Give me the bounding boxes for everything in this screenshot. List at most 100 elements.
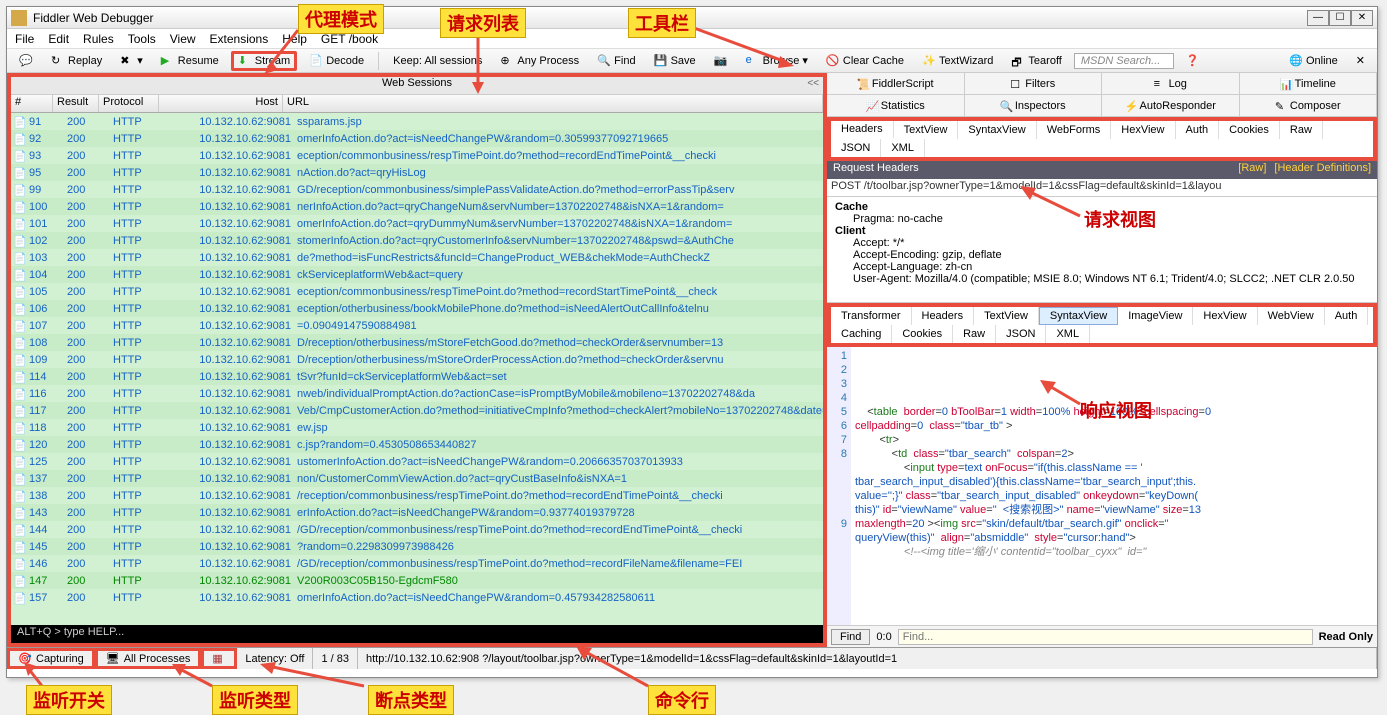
session-row[interactable]: 📄91200HTTP10.132.10.62:9081 ssparams.jsp [11,113,823,130]
decode-button[interactable]: 📄Decode [303,52,370,70]
session-row[interactable]: 📄106200HTTP10.132.10.62:9081 eception/ot… [11,300,823,317]
subtab-hexview[interactable]: HexView [1111,121,1175,139]
resptab-auth[interactable]: Auth [1325,307,1369,325]
session-list[interactable]: 📄91200HTTP10.132.10.62:9081 ssparams.jsp… [11,113,823,625]
resptab-cookies[interactable]: Cookies [892,325,953,343]
clear-icon: 🚫 [826,54,840,68]
response-body[interactable]: 123456789 <table border=0 bToolBar=1 wid… [827,347,1377,625]
session-row[interactable]: 📄101200HTTP10.132.10.62:9081 omerInfoAct… [11,215,823,232]
resptab-textview[interactable]: TextView [974,307,1039,325]
minimize-button[interactable]: — [1307,10,1329,26]
session-row[interactable]: 📄138200HTTP10.132.10.62:9081 /reception/… [11,487,823,504]
clearcache-button[interactable]: 🚫Clear Cache [820,52,910,70]
session-row[interactable]: 📄157200HTTP10.132.10.62:9081 omerInfoAct… [11,589,823,606]
tab-autoresponder[interactable]: ⚡AutoResponder [1102,95,1240,116]
menu-file[interactable]: File [15,32,34,46]
subtab-headers[interactable]: Headers [831,121,894,139]
session-row[interactable]: 📄108200HTTP10.132.10.62:9081 D/reception… [11,334,823,351]
tab-statistics[interactable]: 📈Statistics [827,95,965,116]
session-row[interactable]: 📄107200HTTP10.132.10.62:9081 =0.09049147… [11,317,823,334]
subtab-raw[interactable]: Raw [1280,121,1323,139]
session-row[interactable]: 📄147200HTTP10.132.10.62:9081 V200R003C05… [11,572,823,589]
menu-edit[interactable]: Edit [48,32,69,46]
find-button[interactable]: 🔍Find [591,52,641,70]
session-row[interactable]: 📄137200HTTP10.132.10.62:9081 non/Custome… [11,470,823,487]
session-row[interactable]: 📄144200HTTP10.132.10.62:9081 /GD/recepti… [11,521,823,538]
resptab-transformer[interactable]: Transformer [831,307,912,325]
resptab-hexview[interactable]: HexView [1193,307,1257,325]
session-row[interactable]: 📄146200HTTP10.132.10.62:9081 /GD/recepti… [11,555,823,572]
help-icon-button[interactable]: ❓ [1180,52,1206,70]
session-row[interactable]: 📄102200HTTP10.132.10.62:9081 stomerInfoA… [11,232,823,249]
session-row[interactable]: 📄95200HTTP10.132.10.62:9081 nAction.do?a… [11,164,823,181]
menu-tools[interactable]: Tools [128,32,156,46]
menu-rules[interactable]: Rules [83,32,114,46]
subtab-xml[interactable]: XML [881,139,925,157]
find-button[interactable]: Find [831,629,870,645]
annot-reqlist: 请求列表 [440,8,526,38]
session-row[interactable]: 📄116200HTTP10.132.10.62:9081 nweb/indivi… [11,385,823,402]
resptab-syntaxview[interactable]: SyntaxView [1039,307,1118,325]
session-icon: 📄 [13,456,27,468]
log-icon: ≡ [1154,78,1166,90]
tab-filters[interactable]: ☐Filters [965,73,1103,94]
session-row[interactable]: 📄99200HTTP10.132.10.62:9081 GD/reception… [11,181,823,198]
tab-inspectors[interactable]: 🔍Inspectors [965,95,1103,116]
session-row[interactable]: 📄143200HTTP10.132.10.62:9081 erInfoActio… [11,504,823,521]
col-num[interactable]: # [11,95,53,112]
raw-link[interactable]: [Raw] [1238,162,1266,174]
subtab-syntaxview[interactable]: SyntaxView [958,121,1036,139]
session-row[interactable]: 📄92200HTTP10.132.10.62:9081 omerInfoActi… [11,130,823,147]
session-row[interactable]: 📄120200HTTP10.132.10.62:9081 c.jsp?rando… [11,436,823,453]
subtab-json[interactable]: JSON [831,139,881,157]
resptab-caching[interactable]: Caching [831,325,892,343]
tab-composer[interactable]: ✎Composer [1240,95,1378,116]
col-result[interactable]: Result [53,95,99,112]
session-row[interactable]: 📄100200HTTP10.132.10.62:9081 nerInfoActi… [11,198,823,215]
resume-button[interactable]: ▶Resume [155,52,225,70]
subtab-webforms[interactable]: WebForms [1037,121,1112,139]
comment-button[interactable]: 💬 [13,52,39,70]
maximize-button[interactable]: ☐ [1329,10,1351,26]
menu-view[interactable]: View [170,32,196,46]
tab-timeline[interactable]: 📊Timeline [1240,73,1378,94]
tearoff-button[interactable]: 🗗Tearoff [1005,52,1067,70]
resptab-json[interactable]: JSON [996,325,1046,343]
resptab-webview[interactable]: WebView [1258,307,1325,325]
subtab-auth[interactable]: Auth [1176,121,1220,139]
find-input[interactable] [898,629,1313,645]
session-row[interactable]: 📄145200HTTP10.132.10.62:9081 ?random=0.2… [11,538,823,555]
resptab-headers[interactable]: Headers [912,307,975,325]
online-button[interactable]: 🌐Online [1283,52,1344,70]
session-row[interactable]: 📄104200HTTP10.132.10.62:9081 ckServicepl… [11,266,823,283]
tab-log[interactable]: ≡Log [1102,73,1240,94]
collapse-button[interactable]: << [807,78,819,89]
subtab-textview[interactable]: TextView [894,121,959,139]
session-row[interactable]: 📄105200HTTP10.132.10.62:9081 eception/co… [11,283,823,300]
close-toolbar-button[interactable]: ✕ [1350,52,1371,69]
col-protocol[interactable]: Protocol [99,95,159,112]
session-row[interactable]: 📄125200HTTP10.132.10.62:9081 ustomerInfo… [11,453,823,470]
msdn-search[interactable]: MSDN Search... [1074,53,1174,69]
replay-icon: ↻ [51,54,65,68]
session-row[interactable]: 📄118200HTTP10.132.10.62:9081 ew.jsp [11,419,823,436]
hdrdef-link[interactable]: [Header Definitions] [1274,162,1371,174]
resptab-imageview[interactable]: ImageView [1118,307,1193,325]
session-row[interactable]: 📄114200HTTP10.132.10.62:9081 tSvr?funId=… [11,368,823,385]
anyprocess-button[interactable]: ⊕Any Process [494,52,585,70]
subtab-cookies[interactable]: Cookies [1219,121,1280,139]
col-host[interactable]: Host [159,95,283,112]
replay-button[interactable]: ↻Replay [45,52,108,70]
session-row[interactable]: 📄109200HTTP10.132.10.62:9081 D/reception… [11,351,823,368]
resptab-raw[interactable]: Raw [953,325,996,343]
session-row[interactable]: 📄117200HTTP10.132.10.62:9081 Veb/CmpCust… [11,402,823,419]
col-url[interactable]: URL [283,95,823,112]
tab-fiddlerscript[interactable]: 📜FiddlerScript [827,73,965,94]
resptab-xml[interactable]: XML [1046,325,1090,343]
quickexec-bar[interactable]: ALT+Q > type HELP... [11,625,823,643]
textwizard-button[interactable]: ✨TextWizard [916,52,999,70]
session-row[interactable]: 📄103200HTTP10.132.10.62:9081 de?method=i… [11,249,823,266]
close-button[interactable]: ✕ [1351,10,1373,26]
remove-button[interactable]: ✖▾ [114,52,149,70]
session-row[interactable]: 📄93200HTTP10.132.10.62:9081 eception/com… [11,147,823,164]
